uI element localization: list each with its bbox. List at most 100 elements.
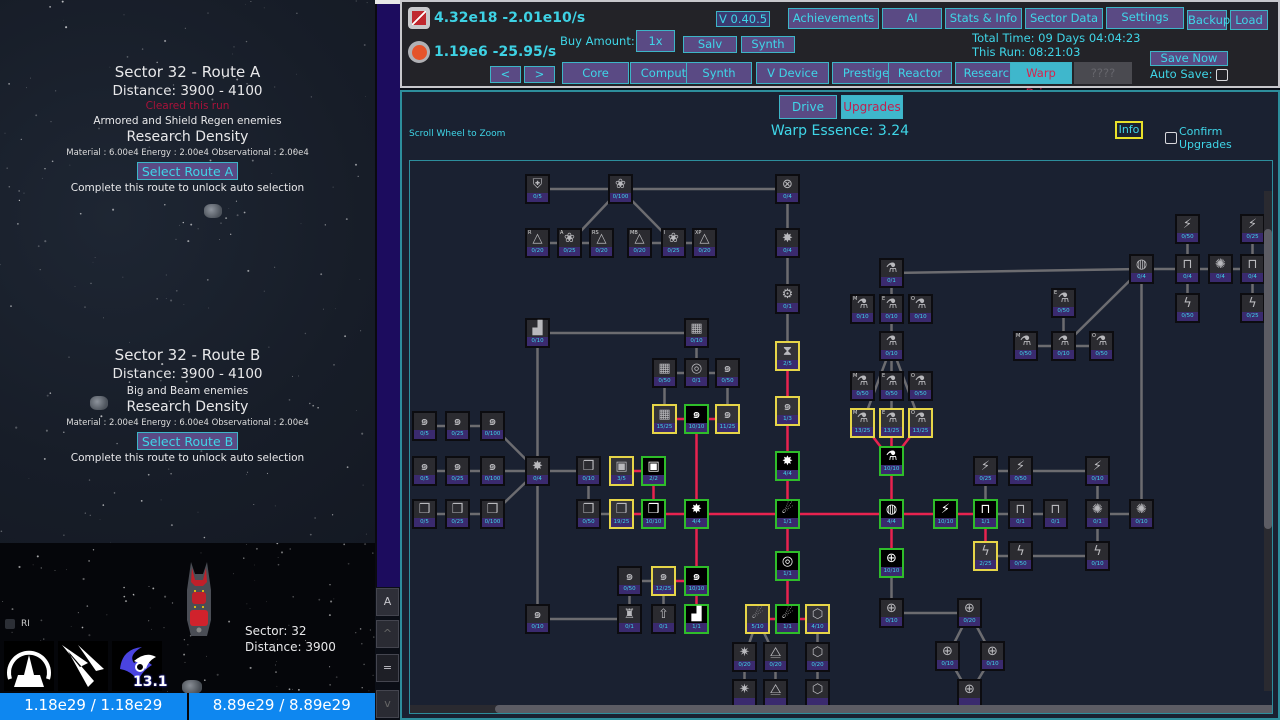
vertical-scrollbar[interactable] xyxy=(1264,191,1272,691)
fleet-ability-icon[interactable] xyxy=(4,641,54,691)
upgrade-node[interactable]: ⚗ M 13/25 xyxy=(850,408,875,438)
upgrade-node[interactable]: ⚗ M 0/50 xyxy=(1013,331,1038,361)
nav-locked[interactable]: ???? xyxy=(1074,62,1132,84)
upgrade-node[interactable]: ๑ 10/10 xyxy=(684,566,709,596)
upgrade-node[interactable]: ⚡ 10/10 xyxy=(933,499,958,529)
upgrade-node[interactable]: ⊕ 0/10 xyxy=(980,641,1005,671)
upgrade-node[interactable]: ⚗ E 13/25 xyxy=(879,408,904,438)
upgrade-node[interactable]: ⊓ 0/4 xyxy=(1175,254,1200,284)
upgrade-node[interactable]: ▦ 15/25 xyxy=(652,404,677,434)
upgrade-node[interactable]: ⊕ 0/10 xyxy=(879,598,904,628)
upgrade-node[interactable]: ❀ A 0/25 xyxy=(557,228,582,258)
upgrade-node[interactable]: ⚗ E 0/50 xyxy=(879,371,904,401)
upgrade-node[interactable]: ❒ 0/5 xyxy=(412,499,437,529)
prev-button[interactable]: < xyxy=(490,66,521,83)
stats-info-button[interactable]: Stats & Info xyxy=(945,8,1022,29)
upgrade-node[interactable]: ⚡ 0/25 xyxy=(973,456,998,486)
upgrade-node[interactable]: ⊕ 0/10 xyxy=(935,641,960,671)
upgrade-node[interactable]: ๑ 1/3 xyxy=(775,396,800,426)
upgrade-node[interactable]: ✸ 0/4 xyxy=(775,228,800,258)
upgrade-node[interactable]: ◍ 4/4 xyxy=(879,499,904,529)
upgrade-node[interactable]: △ MB 0/20 xyxy=(627,228,652,258)
upgrade-node[interactable]: ❒ 19/25 xyxy=(609,499,634,529)
upgrade-node[interactable]: ♜ 0/1 xyxy=(617,604,642,634)
upgrade-node[interactable]: ⧗ 2/5 xyxy=(775,341,800,371)
upgrade-node[interactable]: ⚗ E 0/10 xyxy=(879,294,904,324)
achievements-button[interactable]: Achievements xyxy=(788,8,879,29)
upgrade-node[interactable]: ◎ 1/1 xyxy=(775,551,800,581)
upgrade-node[interactable]: ⬡ 0/20 xyxy=(805,642,830,672)
nav-reactor[interactable]: Reactor xyxy=(888,62,952,84)
nav-core[interactable]: Core xyxy=(562,62,629,84)
upgrade-node[interactable]: ❒ 10/10 xyxy=(641,499,666,529)
upgrade-node[interactable]: ϟ 0/50 xyxy=(1008,541,1033,571)
upgrade-node[interactable]: ✸ 4/4 xyxy=(684,499,709,529)
upgrade-node[interactable]: ๑ 12/25 xyxy=(651,566,676,596)
upgrade-node[interactable]: ❒ 0/50 xyxy=(576,499,601,529)
ai-button[interactable]: AI xyxy=(882,8,942,29)
upgrade-node[interactable]: ⚗ 0/10 xyxy=(879,331,904,361)
upgrade-node[interactable]: △ RS 0/20 xyxy=(589,228,614,258)
salv-button[interactable]: Salv xyxy=(683,36,737,53)
upgrade-node[interactable]: ◍ 0/4 xyxy=(1129,254,1154,284)
scrollbar-thumb[interactable] xyxy=(495,705,1272,713)
upgrade-node[interactable]: ✺ 0/10 xyxy=(1129,499,1154,529)
settings-button[interactable]: Settings xyxy=(1106,7,1184,29)
upgrade-node[interactable]: ๑ 10/10 xyxy=(684,404,709,434)
upgrade-node[interactable]: ⊓ 0/1 xyxy=(1008,499,1033,529)
side-button-down[interactable]: v xyxy=(376,690,399,718)
upgrade-node[interactable]: ❒ 0/25 xyxy=(445,499,470,529)
sector-data-button[interactable]: Sector Data xyxy=(1025,8,1103,29)
upgrade-node[interactable]: ⚡ 0/10 xyxy=(1085,456,1110,486)
upgrade-node[interactable]: ⬡ 4/10 xyxy=(805,604,830,634)
side-button-equal[interactable]: = xyxy=(376,654,399,682)
auto-save-checkbox[interactable] xyxy=(1216,68,1229,81)
upgrade-node[interactable]: ⚗ O 13/25 xyxy=(908,408,933,438)
upgrade-node[interactable]: △ R 0/20 xyxy=(525,228,550,258)
upgrade-node[interactable]: ⚗ E 0/50 xyxy=(1051,288,1076,318)
upgrade-node[interactable]: ⊓ 0/4 xyxy=(1240,254,1265,284)
buy-amount-button[interactable]: 1x xyxy=(636,30,675,52)
upgrade-node[interactable]: ⚗ 0/10 xyxy=(1051,331,1076,361)
upgrade-node[interactable]: ⊓ 1/1 xyxy=(973,499,998,529)
upgrade-node[interactable]: ▟ 0/10 xyxy=(525,318,550,348)
upgrade-node[interactable]: ⚗ M 0/50 xyxy=(850,371,875,401)
upgrade-node[interactable]: ϟ 0/50 xyxy=(1175,293,1200,323)
upgrade-node[interactable]: ✺ 0/4 xyxy=(1208,254,1233,284)
upgrade-node[interactable]: ⚡ 0/25 xyxy=(1240,214,1265,244)
select-route-a-button[interactable]: Select Route A xyxy=(136,162,239,180)
ri-toggle[interactable]: RI xyxy=(5,619,30,629)
upgrade-node[interactable]: ❀ I 0/25 xyxy=(661,228,686,258)
upgrade-node[interactable]: ๑ 11/25 xyxy=(715,404,740,434)
upgrade-node[interactable]: ϟ 0/25 xyxy=(1240,293,1265,323)
upgrade-node[interactable]: ✺ 0/1 xyxy=(1085,499,1110,529)
upgrade-node[interactable]: ▦ 0/50 xyxy=(652,358,677,388)
next-button[interactable]: > xyxy=(524,66,555,83)
auto-save-toggle[interactable]: Auto Save: xyxy=(1150,67,1229,81)
upgrade-node[interactable]: ⚙ 0/1 xyxy=(775,284,800,314)
upgrade-node[interactable]: ๑ 0/50 xyxy=(617,566,642,596)
side-button-auto[interactable]: A xyxy=(376,588,399,616)
upgrade-node[interactable]: ๑ 0/100 xyxy=(480,456,505,486)
upgrade-node[interactable]: ⧋ 0/20 xyxy=(763,642,788,672)
upgrade-tree[interactable]: ⛨ 0/5 ❀ 0/100 ⊗ 0/4 △ R 0/20 ❀ A 0/25 △ RS 0/20 △ MB 0/20… xyxy=(409,160,1273,714)
tab-drive[interactable]: Drive xyxy=(779,95,837,119)
upgrade-node[interactable]: ⇧ 0/1 xyxy=(651,604,676,634)
load-button[interactable]: Load xyxy=(1230,10,1268,30)
upgrade-node[interactable]: ❒ 0/10 xyxy=(576,456,601,486)
horizontal-scrollbar[interactable] xyxy=(410,705,1272,713)
upgrade-node[interactable]: ⊓ 0/1 xyxy=(1043,499,1068,529)
scrollbar-thumb[interactable] xyxy=(1264,229,1272,529)
save-now-button[interactable]: Save Now xyxy=(1150,51,1228,66)
upgrade-node[interactable]: ϟ 2/25 xyxy=(973,541,998,571)
side-button-up[interactable]: ^ xyxy=(376,620,399,648)
upgrade-node[interactable]: ☄ 1/1 xyxy=(775,604,800,634)
upgrade-node[interactable]: ๑ 0/5 xyxy=(412,411,437,441)
upgrade-node[interactable]: ▟ 1/1 xyxy=(684,604,709,634)
upgrade-node[interactable]: ✷ 0/20 xyxy=(732,642,757,672)
select-route-b-button[interactable]: Select Route B xyxy=(136,432,239,450)
upgrade-node[interactable]: ▣ 3/5 xyxy=(609,456,634,486)
nav-v-device[interactable]: V Device xyxy=(756,62,829,84)
upgrade-node[interactable]: ϟ 0/10 xyxy=(1085,541,1110,571)
upgrade-node[interactable]: ⚗ O 0/50 xyxy=(908,371,933,401)
